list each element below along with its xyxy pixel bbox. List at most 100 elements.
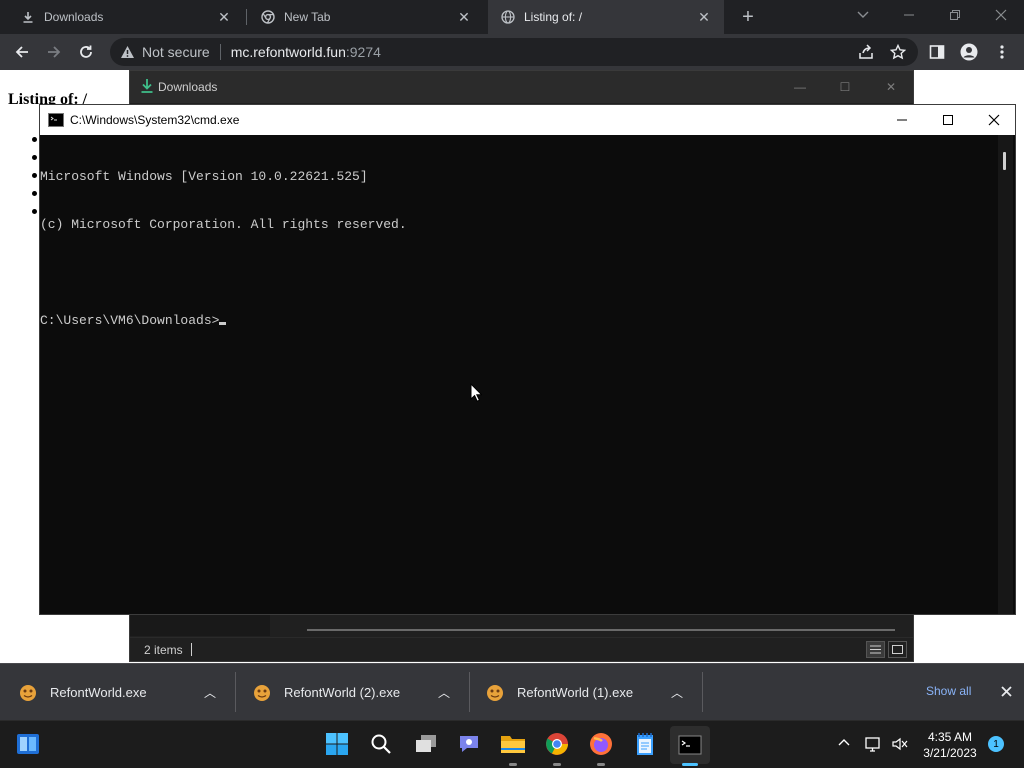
download-item[interactable]: RefontWorld.exe ︿ (0, 664, 235, 721)
window-titlebar[interactable]: C:\Windows\System32\cmd.exe (40, 105, 1015, 135)
list-bullet (32, 209, 37, 214)
browser-toolbar: Not secure mc.refontworld.fun:9274 (0, 34, 1024, 70)
network-icon[interactable] (862, 731, 884, 757)
close-icon[interactable] (997, 682, 1015, 700)
kebab-menu-icon[interactable] (990, 40, 1014, 64)
console-line: (c) Microsoft Corporation. All rights re… (40, 217, 407, 232)
share-icon[interactable] (854, 40, 878, 64)
address-bar[interactable]: Not secure mc.refontworld.fun:9274 (110, 38, 918, 66)
close-icon[interactable]: ✕ (216, 9, 232, 25)
maximize-button[interactable]: ☐ (830, 77, 860, 97)
system-clock[interactable]: 4:35 AM 3/21/2023 (918, 729, 982, 761)
close-window-button[interactable] (971, 105, 1017, 135)
notepad-icon[interactable] (632, 731, 658, 757)
widgets-icon[interactable] (15, 731, 41, 757)
terminal-icon (678, 735, 702, 755)
reload-button[interactable] (74, 40, 98, 64)
item-count: 2 items (144, 643, 183, 657)
minimize-button[interactable] (886, 0, 932, 30)
status-divider (191, 643, 192, 656)
cmd-icon (48, 113, 64, 127)
text-cursor (219, 322, 227, 325)
console-line: Microsoft Windows [Version 10.0.22621.52… (40, 169, 368, 184)
restore-button[interactable] (932, 0, 978, 30)
status-bar: 2 items (130, 637, 913, 661)
chevron-up-icon[interactable]: ︿ (667, 684, 687, 701)
omnibox-divider (219, 44, 221, 60)
chrome-icon (260, 9, 276, 25)
console-output[interactable]: Microsoft Windows [Version 10.0.22621.52… (40, 137, 1000, 613)
vertical-scrollbar[interactable] (998, 135, 1013, 614)
minimize-button[interactable] (879, 105, 925, 135)
tab-search-icon[interactable] (840, 0, 886, 30)
tab-label: Downloads (44, 10, 104, 24)
list-bullet (32, 173, 37, 178)
app-file-icon (254, 684, 270, 701)
maximize-button[interactable] (925, 105, 971, 135)
tab-label: Listing of: / (524, 10, 583, 24)
active-indicator (682, 763, 698, 766)
start-windows-icon[interactable] (324, 731, 350, 757)
list-bullet (32, 155, 37, 160)
notification-badge[interactable]: 1 (988, 736, 1004, 752)
chevron-up-icon[interactable] (838, 735, 850, 749)
search-icon[interactable] (368, 731, 394, 757)
file-explorer-icon[interactable] (500, 731, 526, 757)
window-title: Downloads (158, 80, 218, 94)
firefox-icon[interactable] (588, 731, 614, 757)
profile-avatar-icon[interactable] (957, 40, 981, 64)
list-bullet (32, 191, 37, 196)
tab-downloads[interactable]: Downloads ✕ (8, 0, 244, 34)
console-prompt-line[interactable]: C:\Users\VM6\Downloads> (40, 313, 1000, 329)
horizontal-scrollbar[interactable] (307, 629, 895, 631)
task-view-icon[interactable] (413, 731, 439, 757)
cmd-window[interactable]: C:\Windows\System32\cmd.exe Microsoft Wi… (39, 104, 1016, 615)
clock-date: 3/21/2023 (923, 746, 977, 760)
tiles-view-icon[interactable] (888, 641, 907, 658)
download-file-name: RefontWorld.exe (50, 685, 147, 700)
running-indicator (509, 763, 517, 766)
clock-time: 4:35 AM (927, 730, 973, 744)
chevron-up-icon[interactable]: ︿ (200, 684, 220, 701)
download-item[interactable]: RefontWorld (1).exe ︿ (467, 664, 702, 721)
close-icon[interactable]: ✕ (456, 9, 472, 25)
list-bullet (32, 137, 37, 142)
new-tab-button[interactable]: + (736, 5, 760, 29)
close-icon[interactable]: ✕ (696, 9, 712, 25)
terminal-taskbar-button[interactable] (670, 726, 710, 764)
chat-icon[interactable] (456, 731, 482, 757)
tab-listing[interactable]: Listing of: / ✕ (488, 0, 724, 34)
bookmark-star-icon[interactable] (886, 40, 910, 64)
close-window-button[interactable] (978, 0, 1024, 30)
url-host: mc.refontworld.fun (230, 44, 346, 60)
tab-new-tab[interactable]: New Tab ✕ (248, 0, 484, 34)
volume-muted-icon[interactable] (889, 731, 911, 757)
download-file-name: RefontWorld (2).exe (284, 685, 401, 700)
details-view-icon[interactable] (866, 641, 885, 658)
download-item[interactable]: RefontWorld (2).exe ︿ (234, 664, 469, 721)
chrome-icon[interactable] (544, 731, 570, 757)
side-panel-icon[interactable] (925, 40, 949, 64)
scrollbar-thumb[interactable] (1003, 152, 1006, 170)
mouse-pointer-icon (470, 382, 483, 405)
download-file-name: RefontWorld (1).exe (517, 685, 634, 700)
warning-icon[interactable] (120, 44, 136, 60)
console-prompt: C:\Users\VM6\Downloads> (40, 313, 220, 328)
app-file-icon (20, 684, 36, 701)
running-indicator (553, 763, 561, 766)
browser-tab-strip: Downloads ✕ New Tab ✕ Listing of: / ✕ + (0, 0, 1024, 34)
minimize-button[interactable]: — (785, 77, 815, 97)
globe-icon (500, 9, 516, 25)
forward-button[interactable] (42, 40, 66, 64)
back-button[interactable] (10, 40, 34, 64)
security-label[interactable]: Not secure (142, 44, 210, 60)
close-window-button[interactable]: ✕ (876, 77, 906, 97)
window-titlebar[interactable]: Downloads — ☐ ✕ (130, 71, 913, 103)
windows-taskbar: 4:35 AM 3/21/2023 1 (0, 720, 1024, 768)
chevron-up-icon[interactable]: ︿ (434, 684, 454, 701)
download-icon (140, 78, 154, 97)
show-all-button[interactable]: Show all (926, 684, 971, 698)
url-port: :9274 (345, 44, 381, 60)
tab-divider (246, 9, 247, 25)
